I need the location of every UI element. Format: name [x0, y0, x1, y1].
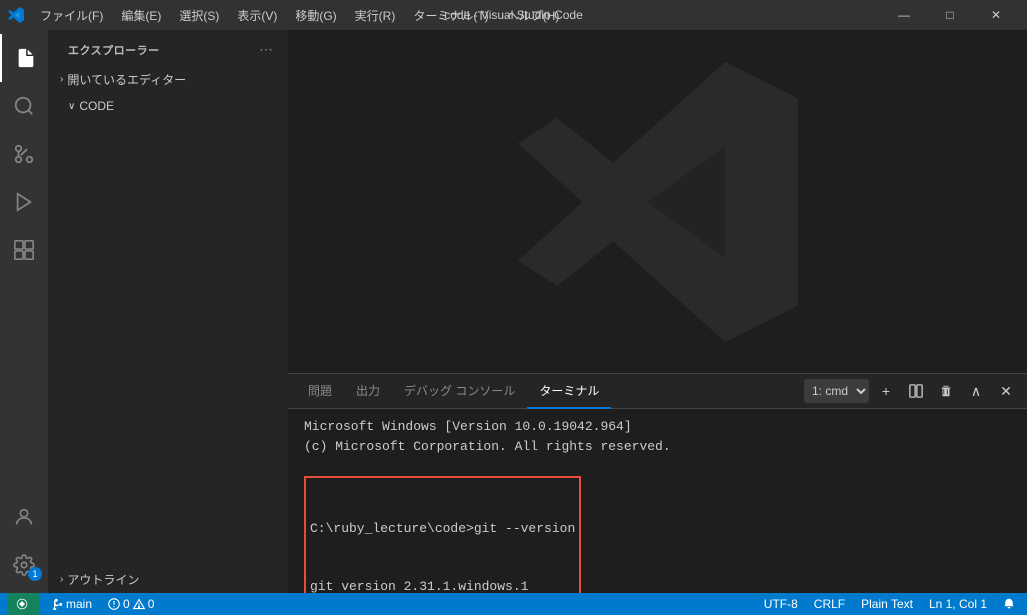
menu-file[interactable]: ファイル(F) — [32, 5, 111, 26]
activity-bar: 1 — [0, 30, 48, 593]
files-icon — [15, 47, 37, 69]
window-controls: — □ ✕ — [881, 0, 1019, 30]
activity-explorer[interactable] — [0, 34, 48, 82]
trash-icon — [939, 384, 953, 398]
line-ending-status[interactable]: CRLF — [810, 593, 849, 615]
split-terminal-button[interactable] — [903, 378, 929, 404]
remote-status-button[interactable] — [8, 593, 39, 615]
sidebar-header: エクスプローラー ⋯ — [48, 30, 288, 65]
outline-chevron: › — [60, 574, 63, 585]
open-editors-chevron: › — [60, 74, 63, 85]
terminal-tabs-bar: 問題 出力 デバッグ コンソール ターミナル 1: cmd + — [288, 374, 1027, 409]
open-editors-label: 開いているエディター — [67, 71, 186, 88]
cursor-position-status[interactable]: Ln 1, Col 1 — [925, 593, 991, 615]
menu-run[interactable]: 実行(R) — [347, 5, 404, 26]
extensions-icon — [13, 239, 35, 261]
terminal-content[interactable]: Microsoft Windows [Version 10.0.19042.96… — [288, 409, 1027, 593]
sidebar-title: エクスプローラー — [68, 42, 160, 58]
activity-debug[interactable] — [0, 178, 48, 226]
status-left: main 0 0 — [8, 593, 158, 615]
code-label: CODE — [79, 99, 114, 113]
close-button[interactable]: ✕ — [973, 0, 1019, 30]
activity-bottom: 1 — [0, 493, 48, 593]
language-mode-label: Plain Text — [861, 597, 913, 611]
split-icon — [909, 384, 923, 398]
outline-label: アウトライン — [67, 571, 139, 588]
menu-view[interactable]: 表示(V) — [229, 5, 285, 26]
activity-search[interactable] — [0, 82, 48, 130]
menu-edit[interactable]: 編集(E) — [113, 5, 169, 26]
code-section[interactable]: ∨ CODE — [48, 93, 288, 119]
status-right: UTF-8 CRLF Plain Text Ln 1, Col 1 — [760, 593, 1019, 615]
menu-go[interactable]: 移動(G) — [287, 5, 344, 26]
bell-icon — [1003, 598, 1015, 610]
tab-debug-console[interactable]: デバッグ コンソール — [392, 374, 527, 409]
error-icon — [108, 598, 120, 610]
tab-problems[interactable]: 問題 — [296, 374, 344, 409]
language-mode-status[interactable]: Plain Text — [857, 593, 917, 615]
notifications-button[interactable] — [999, 593, 1019, 615]
sidebar: エクスプローラー ⋯ › 開いているエディター ∨ CODE › アウトライン — [48, 30, 288, 593]
line-ending-label: CRLF — [814, 597, 845, 611]
sidebar-more-button[interactable]: ⋯ — [256, 40, 276, 60]
kill-terminal-button[interactable] — [933, 378, 959, 404]
git-icon — [13, 143, 35, 165]
sidebar-actions: ⋯ — [256, 40, 276, 60]
errors-count: 0 — [123, 597, 130, 611]
editor-area: 問題 出力 デバッグ コンソール ターミナル 1: cmd + — [288, 30, 1027, 593]
terminal-line-2: (c) Microsoft Corporation. All rights re… — [304, 437, 1011, 457]
activity-settings[interactable]: 1 — [0, 541, 48, 589]
title-bar: ファイル(F) 編集(E) 選択(S) 表示(V) 移動(G) 実行(R) ター… — [0, 0, 1027, 30]
cursor-position-label: Ln 1, Col 1 — [929, 597, 987, 611]
terminal-shell-selector[interactable]: 1: cmd — [804, 379, 869, 403]
git-branch-label: main — [66, 597, 92, 611]
git-branch-status[interactable]: main — [47, 593, 96, 615]
menu-select[interactable]: 選択(S) — [171, 5, 227, 26]
close-panel-button[interactable]: ✕ — [993, 378, 1019, 404]
tab-terminal[interactable]: ターミナル — [527, 374, 611, 409]
status-bar: main 0 0 UTF-8 CRLF Plain Text — [0, 593, 1027, 615]
terminal-line-1: Microsoft Windows [Version 10.0.19042.96… — [304, 417, 1011, 437]
activity-git[interactable] — [0, 130, 48, 178]
code-chevron: ∨ — [68, 101, 75, 112]
watermark-icon — [518, 62, 798, 342]
search-icon — [13, 95, 35, 117]
new-terminal-button[interactable]: + — [873, 378, 899, 404]
main-area: 1 エクスプローラー ⋯ › 開いているエディター ∨ CODE › アウトライ… — [0, 30, 1027, 593]
maximize-button[interactable]: □ — [927, 0, 973, 30]
activity-extensions[interactable] — [0, 226, 48, 274]
warning-icon — [133, 598, 145, 610]
activity-account[interactable] — [0, 493, 48, 541]
encoding-label: UTF-8 — [764, 597, 798, 611]
terminal-line-3 — [304, 456, 1011, 476]
vscode-logo-icon — [8, 7, 24, 23]
minimize-button[interactable]: — — [881, 0, 927, 30]
tab-output[interactable]: 出力 — [344, 374, 392, 409]
encoding-status[interactable]: UTF-8 — [760, 593, 802, 615]
editor-main[interactable] — [288, 30, 1027, 373]
outline-section[interactable]: › アウトライン — [48, 565, 288, 593]
terminal-controls: 1: cmd + ∧ ✕ — [804, 378, 1019, 404]
branch-icon — [51, 598, 63, 610]
remote-icon — [16, 598, 28, 610]
terminal-panel: 問題 出力 デバッグ コンソール ターミナル 1: cmd + — [288, 373, 1027, 593]
settings-badge: 1 — [28, 567, 42, 581]
terminal-highlight-block: C:\ruby_lecture\code>git --version git v… — [304, 476, 581, 594]
errors-status[interactable]: 0 0 — [104, 593, 158, 615]
terminal-line-5: git version 2.31.1.windows.1 — [310, 577, 575, 593]
open-editors-section[interactable]: › 開いているエディター — [48, 65, 288, 93]
warnings-count: 0 — [148, 597, 155, 611]
window-title: code - Visual Studio Code — [444, 8, 583, 22]
maximize-panel-button[interactable]: ∧ — [963, 378, 989, 404]
debug-icon — [13, 191, 35, 213]
account-icon — [13, 506, 35, 528]
terminal-line-4: C:\ruby_lecture\code>git --version — [310, 519, 575, 539]
